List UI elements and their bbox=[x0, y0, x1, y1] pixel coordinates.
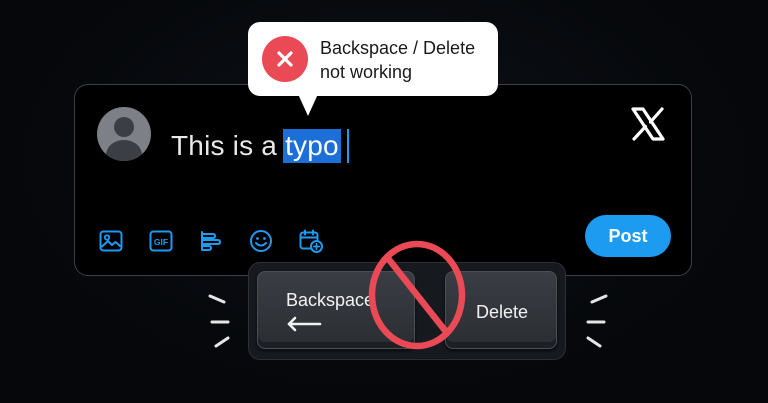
gif-icon-label: GIF bbox=[154, 237, 168, 247]
tooltip-line-2: not working bbox=[320, 62, 413, 82]
avatar-shoulders-shape bbox=[106, 140, 142, 161]
left-arrow-icon bbox=[286, 316, 322, 337]
avatar-head-shape bbox=[114, 117, 134, 137]
error-x-icon bbox=[262, 36, 308, 82]
tooltip-line-1: Backspace / Delete bbox=[320, 38, 476, 58]
compose-text-prefix: This is a bbox=[171, 130, 278, 161]
emphasis-lines-right bbox=[586, 294, 608, 348]
text-caret bbox=[346, 129, 349, 163]
tooltip-message: Backspace / Delete not working bbox=[320, 36, 475, 84]
composer-toolbar: GIF bbox=[95, 225, 327, 257]
post-button[interactable]: Post bbox=[585, 215, 671, 257]
compose-textarea[interactable]: This is a typo bbox=[171, 129, 349, 163]
avatar[interactable] bbox=[97, 107, 151, 161]
image-icon[interactable] bbox=[95, 225, 127, 257]
backspace-key-label: Backspace bbox=[286, 290, 375, 310]
schedule-icon[interactable] bbox=[295, 225, 327, 257]
stage: This is a typo GIF Post Backspace / Dele… bbox=[0, 0, 768, 403]
prohibited-icon bbox=[366, 238, 468, 352]
poll-icon[interactable] bbox=[195, 225, 227, 257]
selected-word[interactable]: typo bbox=[283, 129, 341, 163]
emphasis-lines-left bbox=[208, 294, 230, 348]
delete-key-label: Delete bbox=[476, 302, 529, 322]
error-tooltip: Backspace / Delete not working bbox=[248, 22, 498, 116]
emoji-icon[interactable] bbox=[245, 225, 277, 257]
x-logo-icon bbox=[629, 105, 667, 143]
gif-icon[interactable]: GIF bbox=[145, 225, 177, 257]
